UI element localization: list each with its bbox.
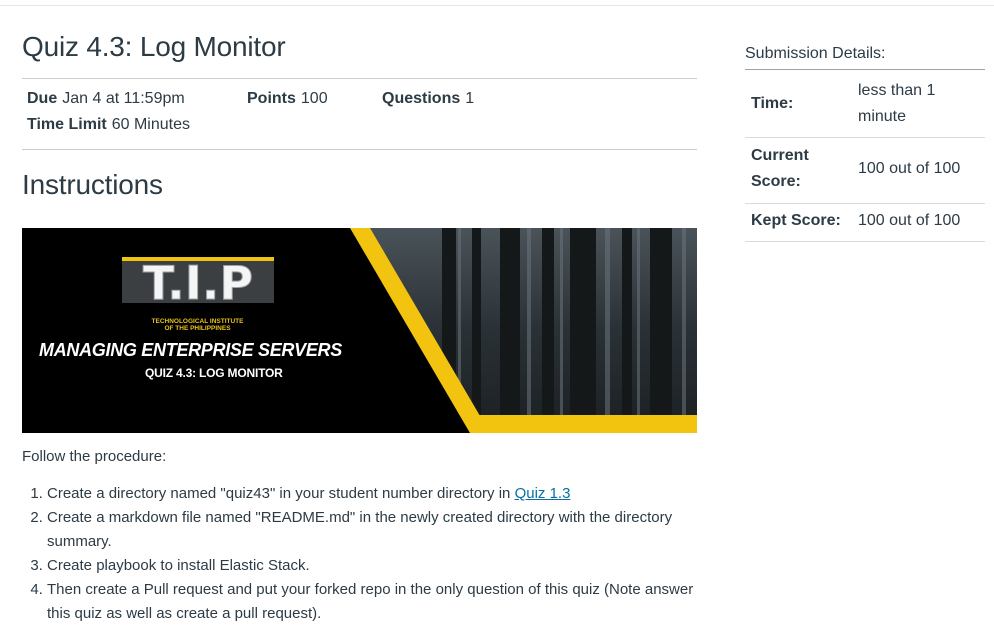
time-limit-detail: Time Limit 60 Minutes	[27, 116, 190, 134]
course-banner-image: T.I.P TECHNOLOGICAL INSTITUTE OF THE PHI…	[22, 228, 697, 433]
list-item: Then create a Pull request and put your …	[47, 578, 707, 626]
institute-name: TECHNOLOGICAL INSTITUTE OF THE PHILIPPIN…	[151, 318, 244, 332]
logo-text: T.I.P	[143, 256, 253, 310]
current-score-value: 100 out of 100	[858, 160, 961, 177]
list-item: Create a directory named "quiz43" in you…	[47, 482, 707, 506]
instructions-heading: Instructions	[22, 169, 163, 200]
points-label: Points	[247, 90, 296, 107]
points-detail: Points 100	[247, 90, 328, 108]
top-divider	[0, 5, 994, 6]
due-detail: Due Jan 4 at 11:59pm	[27, 90, 185, 108]
row-divider	[745, 137, 985, 138]
list-item: Create playbook to install Elastic Stack…	[47, 554, 707, 578]
banner-quiz-subtitle: QUIZ 4.3: LOG MONITOR	[145, 366, 283, 380]
time-limit-label: Time Limit	[27, 116, 107, 133]
questions-label: Questions	[382, 90, 461, 107]
title-divider	[22, 78, 697, 79]
questions-detail: Questions 1	[382, 90, 474, 108]
time-label: Time:	[751, 95, 794, 112]
row-divider	[745, 203, 985, 204]
banner-graphic: T.I.P	[22, 228, 697, 433]
time-limit-value: 60 Minutes	[111, 116, 190, 133]
submission-title-divider	[745, 69, 985, 70]
kept-score-value: 100 out of 100	[858, 212, 961, 229]
submission-details-title: Submission Details:	[745, 45, 886, 62]
quiz-1-3-link[interactable]: Quiz 1.3	[515, 485, 571, 502]
procedure-intro: Follow the procedure:	[22, 448, 167, 465]
banner-course-title: MANAGING ENTERPRISE SERVERS	[39, 340, 342, 360]
due-label: Due	[27, 90, 58, 107]
time-value: less than 1 minute	[858, 82, 936, 125]
current-score-label: Current Score:	[751, 147, 809, 190]
list-item: Create a markdown file named "README.md"…	[47, 506, 707, 554]
procedure-list: Create a directory named "quiz43" in you…	[22, 482, 707, 626]
row-divider	[745, 241, 985, 242]
questions-value: 1	[465, 90, 475, 107]
details-divider	[22, 149, 697, 150]
points-value: 100	[300, 90, 328, 107]
kept-score-label: Kept Score:	[751, 212, 841, 229]
due-value: Jan 4 at 11:59pm	[62, 90, 185, 107]
quiz-title: Quiz 4.3: Log Monitor	[22, 31, 286, 62]
